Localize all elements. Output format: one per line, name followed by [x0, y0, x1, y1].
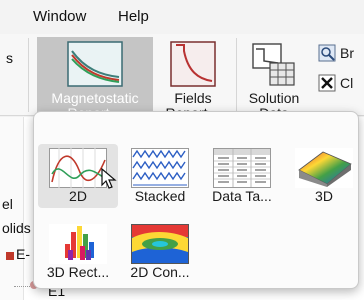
gallery-item-label: 2D	[69, 188, 87, 204]
gallery-item-2d-contour[interactable]: 2D Con...	[120, 220, 200, 284]
report-type-gallery: 2D Stacked Data Ta... 3D 3D Rect... 2D C…	[33, 111, 359, 289]
cl-button[interactable]: Cl	[318, 74, 353, 92]
close-x-icon	[318, 74, 336, 92]
tree-fragment: el	[2, 196, 13, 212]
gallery-item-stacked[interactable]: Stacked	[120, 144, 200, 208]
menu-help[interactable]: Help	[116, 8, 151, 25]
solution-data-icon	[252, 43, 295, 86]
gallery-item-3d-rectangular[interactable]: 3D Rect...	[38, 220, 118, 284]
magnetostatic-report-icon	[67, 41, 123, 87]
ribbon-separator	[28, 38, 29, 112]
2d-contour-icon	[131, 224, 189, 264]
magnetostatic-report-button[interactable]: Magnetostatic Report	[37, 37, 153, 121]
gallery-item-label: Data Ta...	[212, 188, 272, 204]
stacked-report-icon	[131, 148, 189, 188]
2d-report-icon	[49, 148, 107, 188]
tree-fragment: olids	[2, 220, 31, 236]
3d-rectangular-icon	[49, 224, 107, 264]
ribbon-toolbar: s Magnetostatic Report Fields Report	[0, 34, 364, 121]
gallery-item-3d[interactable]: 3D	[284, 144, 364, 208]
br-label: Br	[340, 45, 354, 61]
tree-fragment: E-	[16, 246, 30, 262]
menu-window[interactable]: Window	[31, 8, 88, 25]
cl-label: Cl	[340, 75, 354, 91]
gallery-item-data-table[interactable]: Data Ta...	[202, 144, 282, 208]
fields-report-button[interactable]: Fields Report	[156, 37, 230, 121]
browse-icon	[318, 44, 336, 62]
br-button[interactable]: Br	[318, 44, 354, 62]
gallery-item-label: 3D Rect...	[46, 264, 110, 280]
ribbon-left-fragment: s	[6, 50, 13, 66]
gallery-item-label: Stacked	[134, 188, 186, 204]
gallery-item-label: 3D	[315, 188, 333, 204]
3d-report-icon	[295, 148, 353, 188]
menu-bar: Window Help	[0, 0, 364, 34]
fields-report-icon	[170, 41, 216, 87]
ribbon-separator	[236, 38, 237, 112]
gallery-item-label: 2D Con...	[130, 264, 190, 280]
mouse-pointer-icon	[101, 168, 117, 189]
tree-node-icon	[6, 252, 14, 260]
data-table-icon	[213, 148, 271, 188]
solution-data-button[interactable]: Solution Data	[240, 37, 308, 121]
